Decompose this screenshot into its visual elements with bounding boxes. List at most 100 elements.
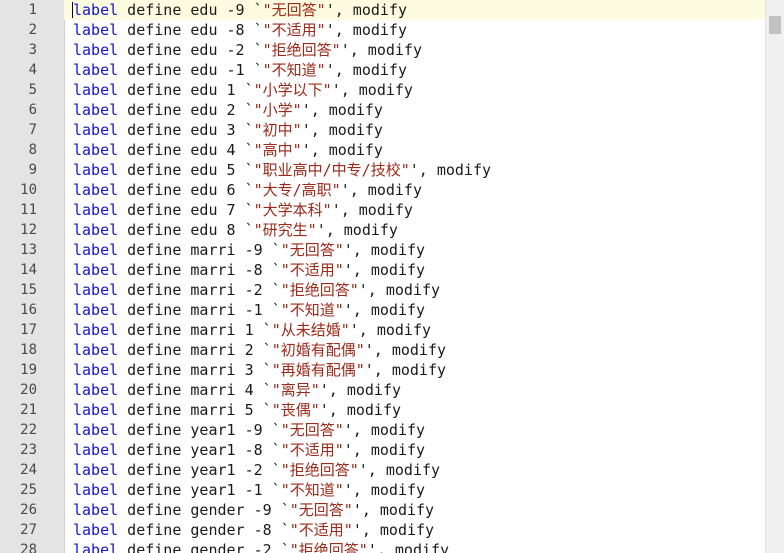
code-line-text: label define marri 4 `"离异"', modify <box>73 380 401 400</box>
option-token: ', modify <box>343 421 426 439</box>
scrollbar-thumb[interactable] <box>769 16 781 34</box>
line-number: 3 <box>28 42 37 58</box>
code-line[interactable]: label define gender -8 `"不适用"', modify <box>64 520 766 540</box>
code-editor[interactable]: 1 2 3 4 5 6 7 8 9 10 11 12 13 14 15 16 17 18 19 20 21 22 23 24 2… <box>0 0 784 553</box>
code-line[interactable]: label define edu 4 `"高中"', modify <box>64 140 766 160</box>
code-line-text: label define edu -2 `"拒绝回答"', modify <box>73 40 422 60</box>
option-token: ', modify <box>409 161 492 179</box>
keyword-token: label <box>73 221 119 239</box>
keyword-token: label <box>73 61 119 79</box>
command-token: define edu 2 ` <box>118 101 254 119</box>
code-line[interactable]: label define year1 -1 `"不知道"', modify <box>64 480 766 500</box>
line-number: 26 <box>20 502 37 518</box>
code-line[interactable]: label define edu -1 `"不知道"', modify <box>64 60 766 80</box>
string-token: "无回答" <box>289 501 353 519</box>
code-line[interactable]: label define gender -9 `"无回答"', modify <box>64 500 766 520</box>
keyword-token: label <box>73 301 119 319</box>
keyword-token: label <box>73 281 119 299</box>
code-line[interactable]: label define edu 2 `"小学"', modify <box>64 100 766 120</box>
command-token: define edu 1 ` <box>118 81 254 99</box>
string-token: "小学以下" <box>253 81 332 99</box>
string-token: "不知道" <box>280 301 344 319</box>
line-number: 16 <box>20 302 37 318</box>
option-token: ', modify <box>358 461 441 479</box>
command-token: define marri -8 ` <box>118 261 281 279</box>
option-token: ', modify <box>352 521 435 539</box>
code-line-text: label define year1 -9 `"无回答"', modify <box>73 420 425 440</box>
code-line[interactable]: label define edu 1 `"小学以下"', modify <box>64 80 766 100</box>
string-token: "初婚有配偶" <box>271 341 365 359</box>
keyword-token: label <box>73 341 119 359</box>
keyword-token: label <box>73 421 119 439</box>
command-token: define gender -2 ` <box>118 541 290 553</box>
command-token: define gender -8 ` <box>118 521 290 539</box>
code-line[interactable]: label define edu 8 `"研究生"', modify <box>64 220 766 240</box>
code-line[interactable]: label define marri 2 `"初婚有配偶"', modify <box>64 340 766 360</box>
command-token: define edu 5 ` <box>118 161 254 179</box>
code-line[interactable]: label define marri -9 `"无回答"', modify <box>64 240 766 260</box>
code-line[interactable]: label define edu 3 `"初中"', modify <box>64 120 766 140</box>
code-line[interactable]: label define marri -2 `"拒绝回答"', modify <box>64 280 766 300</box>
code-line-text: label define edu -9 `"无回答"', modify <box>73 0 407 20</box>
keyword-token: label <box>73 101 119 119</box>
code-line[interactable]: label define edu 6 `"大专/高职"', modify <box>64 180 766 200</box>
command-token: define edu -8 ` <box>118 21 263 39</box>
string-token: "不知道" <box>262 61 326 79</box>
line-number: 19 <box>20 362 37 378</box>
code-line[interactable]: label define marri 1 `"从未结婚"', modify <box>64 320 766 340</box>
code-line[interactable]: label define edu 5 `"职业高中/中专/技校"', modif… <box>64 160 766 180</box>
command-token: define year1 -9 ` <box>118 421 281 439</box>
option-token: ', modify <box>301 101 383 119</box>
code-line[interactable]: label define marri 5 `"丧偶"', modify <box>64 400 766 420</box>
line-number: 22 <box>20 422 37 438</box>
line-number: 21 <box>20 402 37 418</box>
option-token: ', modify <box>319 381 402 399</box>
keyword-token: label <box>73 441 119 459</box>
line-number: 6 <box>28 102 37 118</box>
option-token: ', modify <box>319 401 402 419</box>
code-line[interactable]: label define edu -9 `"无回答"', modify <box>64 0 766 20</box>
code-line[interactable]: label define marri 3 `"再婚有配偶"', modify <box>64 360 766 380</box>
code-line-text: label define edu -1 `"不知道"', modify <box>73 60 407 80</box>
command-token: define marri 1 ` <box>118 321 272 339</box>
line-number: 13 <box>20 242 37 258</box>
code-line-text: label define edu -8 `"不适用"', modify <box>73 20 407 40</box>
code-line-text: label define edu 6 `"大专/高职"', modify <box>73 180 422 200</box>
line-number: 5 <box>28 82 37 98</box>
string-token: "拒绝回答" <box>289 541 368 553</box>
code-line[interactable]: label define edu -8 `"不适用"', modify <box>64 20 766 40</box>
code-line[interactable]: label define year1 -8 `"不适用"', modify <box>64 440 766 460</box>
code-line-text: label define marri -1 `"不知道"', modify <box>73 300 425 320</box>
code-line[interactable]: label define marri -8 `"不适用"', modify <box>64 260 766 280</box>
code-line[interactable]: label define edu -2 `"拒绝回答"', modify <box>64 40 766 60</box>
option-token: ', modify <box>364 361 447 379</box>
code-area[interactable]: label define edu -9 `"无回答"', modify label… <box>64 0 766 553</box>
code-line-text: label define marri 2 `"初婚有配偶"', modify <box>73 340 446 360</box>
keyword-token: label <box>73 161 119 179</box>
code-line-text: label define gender -2 `"拒绝回答"', modify <box>73 540 449 553</box>
code-line[interactable]: label define edu 7 `"大学本科"', modify <box>64 200 766 220</box>
command-token: define edu 6 ` <box>118 181 254 199</box>
code-line[interactable]: label define gender -2 `"拒绝回答"', modify <box>64 540 766 553</box>
code-line-text: label define edu 3 `"初中"', modify <box>73 120 383 140</box>
line-number: 14 <box>20 262 37 278</box>
code-line[interactable]: label define year1 -9 `"无回答"', modify <box>64 420 766 440</box>
vertical-scrollbar[interactable] <box>765 0 784 553</box>
command-token: define marri 5 ` <box>118 401 272 419</box>
command-token: define year1 -2 ` <box>118 461 281 479</box>
command-token: define year1 -1 ` <box>118 481 281 499</box>
code-line-text: label define marri 1 `"从未结婚"', modify <box>73 320 431 340</box>
line-number: 15 <box>20 282 37 298</box>
code-line[interactable]: label define marri -1 `"不知道"', modify <box>64 300 766 320</box>
command-token: define edu 4 ` <box>118 141 254 159</box>
string-token: "再婚有配偶" <box>271 361 365 379</box>
string-token: "拒绝回答" <box>280 461 359 479</box>
option-token: ', modify <box>301 141 383 159</box>
option-token: ', modify <box>358 281 441 299</box>
code-line[interactable]: label define marri 4 `"离异"', modify <box>64 380 766 400</box>
line-number: 18 <box>20 342 37 358</box>
command-token: define marri 2 ` <box>118 341 272 359</box>
code-line[interactable]: label define year1 -2 `"拒绝回答"', modify <box>64 460 766 480</box>
command-token: define edu -2 ` <box>118 41 263 59</box>
command-token: define edu 7 ` <box>118 201 254 219</box>
